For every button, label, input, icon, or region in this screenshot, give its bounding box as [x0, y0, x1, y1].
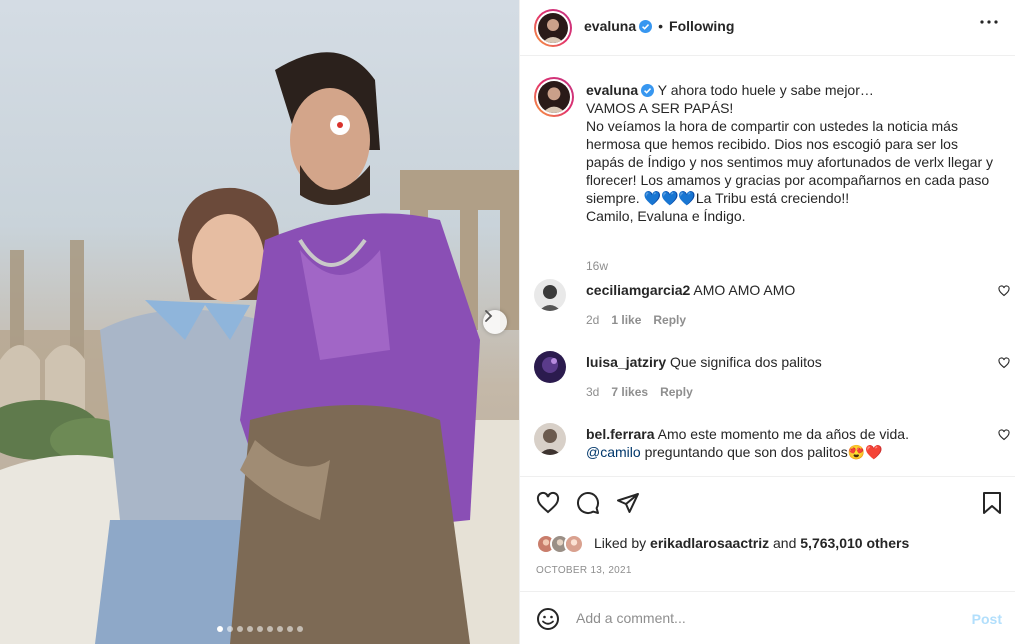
post-comment-button[interactable]: Post: [972, 611, 1002, 627]
more-options-icon[interactable]: [980, 20, 998, 24]
comment-icon[interactable]: [576, 491, 600, 515]
heart-icon[interactable]: [998, 357, 1010, 369]
author-username[interactable]: evaluna: [584, 18, 636, 34]
photo-illustration: [0, 52, 519, 644]
action-bar: [520, 476, 1015, 530]
avatar[interactable]: [534, 423, 566, 455]
verified-badge-icon: [639, 19, 653, 33]
avatar[interactable]: [534, 351, 566, 383]
comment-input[interactable]: [576, 606, 956, 630]
carousel-dot: [236, 626, 243, 632]
comment-text-continued: preguntando que son dos palitos😍❤️: [644, 444, 883, 460]
add-comment-bar: Post: [520, 591, 1015, 644]
comment-text: Que significa dos palitos: [670, 354, 822, 370]
comment-text: AMO AMO AMO: [693, 282, 796, 298]
caption-username[interactable]: evaluna: [586, 82, 638, 98]
comment-item: luisa_jatziry Que significa dos palitos …: [534, 351, 1010, 411]
avatar[interactable]: [534, 279, 566, 311]
heart-icon[interactable]: [998, 429, 1010, 441]
comment-time[interactable]: 2d: [586, 313, 599, 327]
author-avatar-ring[interactable]: [534, 9, 572, 47]
comment-username[interactable]: luisa_jatziry: [586, 354, 666, 370]
carousel-dot: [256, 626, 263, 632]
comment-time[interactable]: 3d: [586, 385, 599, 399]
reply-button[interactable]: Reply: [653, 313, 686, 327]
likes-summary: Liked by erikadlarosaactriz and 5,763,01…: [536, 530, 909, 556]
avatar: [538, 81, 570, 113]
caption-avatar-ring[interactable]: [534, 77, 574, 117]
liker-username[interactable]: erikadlarosaactriz: [650, 535, 769, 551]
carousel-indicator: [0, 626, 519, 632]
separator-dot: •: [658, 18, 664, 34]
carousel-dot: [276, 626, 283, 632]
comment-text: Amo este momento me da años de vida.: [657, 426, 909, 442]
share-icon[interactable]: [616, 491, 640, 515]
liked-by-label: Liked by: [594, 535, 647, 551]
comment-item: ceciliamgarcia2 AMO AMO AMO 2d 1 like Repl…: [534, 279, 1010, 339]
chevron-right-icon: [485, 310, 493, 322]
caption-body: evaluna Y ahora todo huele y sabe mejor……: [586, 81, 996, 225]
likes-others-link[interactable]: 5,763,010 others: [800, 535, 909, 551]
post-header: evaluna • Following: [520, 0, 1015, 56]
comment-username[interactable]: bel.ferrara: [586, 426, 654, 442]
mention-link[interactable]: @camilo: [586, 444, 641, 460]
verified-badge-icon: [641, 84, 655, 97]
avatar: [538, 13, 568, 43]
comment-username[interactable]: ceciliamgarcia2: [586, 282, 690, 298]
liked-by-conj: and: [773, 535, 797, 551]
post-date[interactable]: OCTOBER 13, 2021: [536, 565, 632, 576]
caption-timestamp[interactable]: 16w: [586, 259, 608, 273]
comment-item: bel.ferrara Amo este momento me da años …: [534, 423, 1010, 476]
carousel-dot: [216, 626, 223, 632]
carousel-dot: [286, 626, 293, 632]
post-photo[interactable]: [0, 0, 519, 644]
liker-avatars: [536, 532, 590, 554]
caption-text: Y ahora todo huele y sabe mejor… VAMOS A…: [586, 82, 994, 224]
next-slide-button[interactable]: [483, 310, 507, 334]
comments-list[interactable]: evaluna Y ahora todo huele y sabe mejor……: [520, 57, 1015, 476]
carousel-dot: [246, 626, 253, 632]
emoji-icon[interactable]: [536, 607, 560, 631]
comment-likes[interactable]: 1 like: [611, 313, 641, 327]
avatar: [564, 534, 584, 554]
carousel-dot: [266, 626, 273, 632]
comment-likes[interactable]: 7 likes: [611, 385, 648, 399]
heart-icon[interactable]: [998, 285, 1010, 297]
reply-button[interactable]: Reply: [660, 385, 693, 399]
following-button[interactable]: Following: [669, 18, 734, 34]
heart-icon[interactable]: [536, 491, 560, 515]
carousel-dot: [226, 626, 233, 632]
bookmark-icon[interactable]: [982, 491, 1002, 515]
post-details-pane: evaluna • Following evaluna Y ahora todo…: [519, 0, 1015, 644]
carousel-dot: [296, 626, 303, 632]
